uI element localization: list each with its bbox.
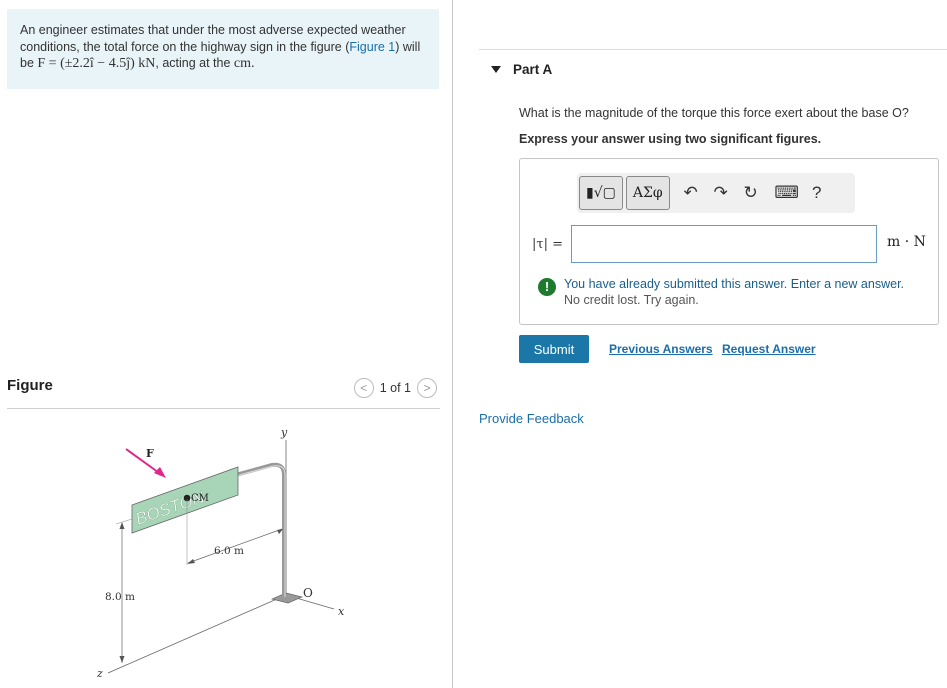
height-ext-top [115,518,133,525]
torque-answer-input[interactable] [571,225,877,263]
height-arrow-top [119,522,125,529]
warning-icon: ! [538,278,556,296]
keyboard-icon[interactable]: ⌨ [772,176,802,210]
problem-statement: An engineer estimates that under the mos… [7,9,439,89]
y-axis-label: y [280,426,288,439]
height-label: 8.0 m [105,591,135,603]
base-plate [271,592,303,604]
torque-label: |τ| = [532,237,563,252]
right-pane: Part A What is the magnitude of the torq… [453,0,947,688]
height-arrow-bottom [119,656,125,663]
part-separator [479,49,947,50]
pager-text: 1 of 1 [379,381,411,395]
submit-button[interactable]: Submit [519,335,589,363]
force-arrowhead [154,467,166,478]
cm-label: CM [191,493,209,504]
question-text: What is the magnitude of the torque this… [519,106,909,120]
problem-text-3: , acting at the [155,56,231,70]
collapse-caret-icon[interactable] [491,66,501,73]
figure-title: Figure [7,377,53,394]
greek-symbols-button[interactable]: ΑΣφ [625,176,670,210]
unit-label: m · N [887,234,926,250]
instruction-text: Express your answer using two significan… [519,132,822,146]
problem-text: An engineer estimates that under the mos… [20,23,406,54]
x-axis-label: x [338,605,345,618]
cm-text: cm. [233,56,255,71]
request-answer-link[interactable]: Request Answer [722,342,816,356]
provide-feedback-link[interactable]: Provide Feedback [479,411,584,426]
origin-label: O [303,586,313,600]
warning-message: You have already submitted this answer. … [564,277,905,291]
next-figure-button[interactable]: > [417,378,437,398]
reset-icon[interactable]: ↻ [736,176,766,210]
math-toolbar: ▮√▢ ΑΣφ ↶ ↷ ↻ ⌨ ? [577,173,855,213]
left-pane: An engineer estimates that under the mos… [0,0,452,688]
toolbar-button-group: ▮√▢ ΑΣφ [579,176,670,210]
figure-link[interactable]: Figure 1 [349,40,395,54]
force-equation: F = (±2.2î − 4.5ĵ) kN [37,56,156,71]
width-arrow-left [187,559,195,564]
highway-sign-figure: y x z O BOSTON CM F 8.0 m 6.0 m [96,426,345,680]
z-axis-line [107,594,287,674]
force-label: F [146,447,154,460]
width-label: 6.0 m [214,545,244,557]
part-a-header[interactable]: Part A [491,62,552,77]
answer-box: ▮√▢ ΑΣφ ↶ ↷ ↻ ⌨ ? |τ| = m · N ! You have… [519,158,939,325]
part-label: Part A [513,62,553,77]
previous-answers-link[interactable]: Previous Answers [609,342,713,356]
z-axis-label: z [96,667,103,680]
prev-figure-button[interactable]: < [353,378,374,398]
undo-icon[interactable]: ↶ [676,176,706,210]
redo-icon[interactable]: ↷ [706,176,736,210]
figure-pager: < 1 of 1 > [353,378,437,398]
templates-button[interactable]: ▮√▢ [579,176,623,210]
figure-header: Figure < 1 of 1 > [7,375,440,409]
help-icon[interactable]: ? [802,176,832,210]
warning-submessage: No credit lost. Try again. [564,293,699,307]
